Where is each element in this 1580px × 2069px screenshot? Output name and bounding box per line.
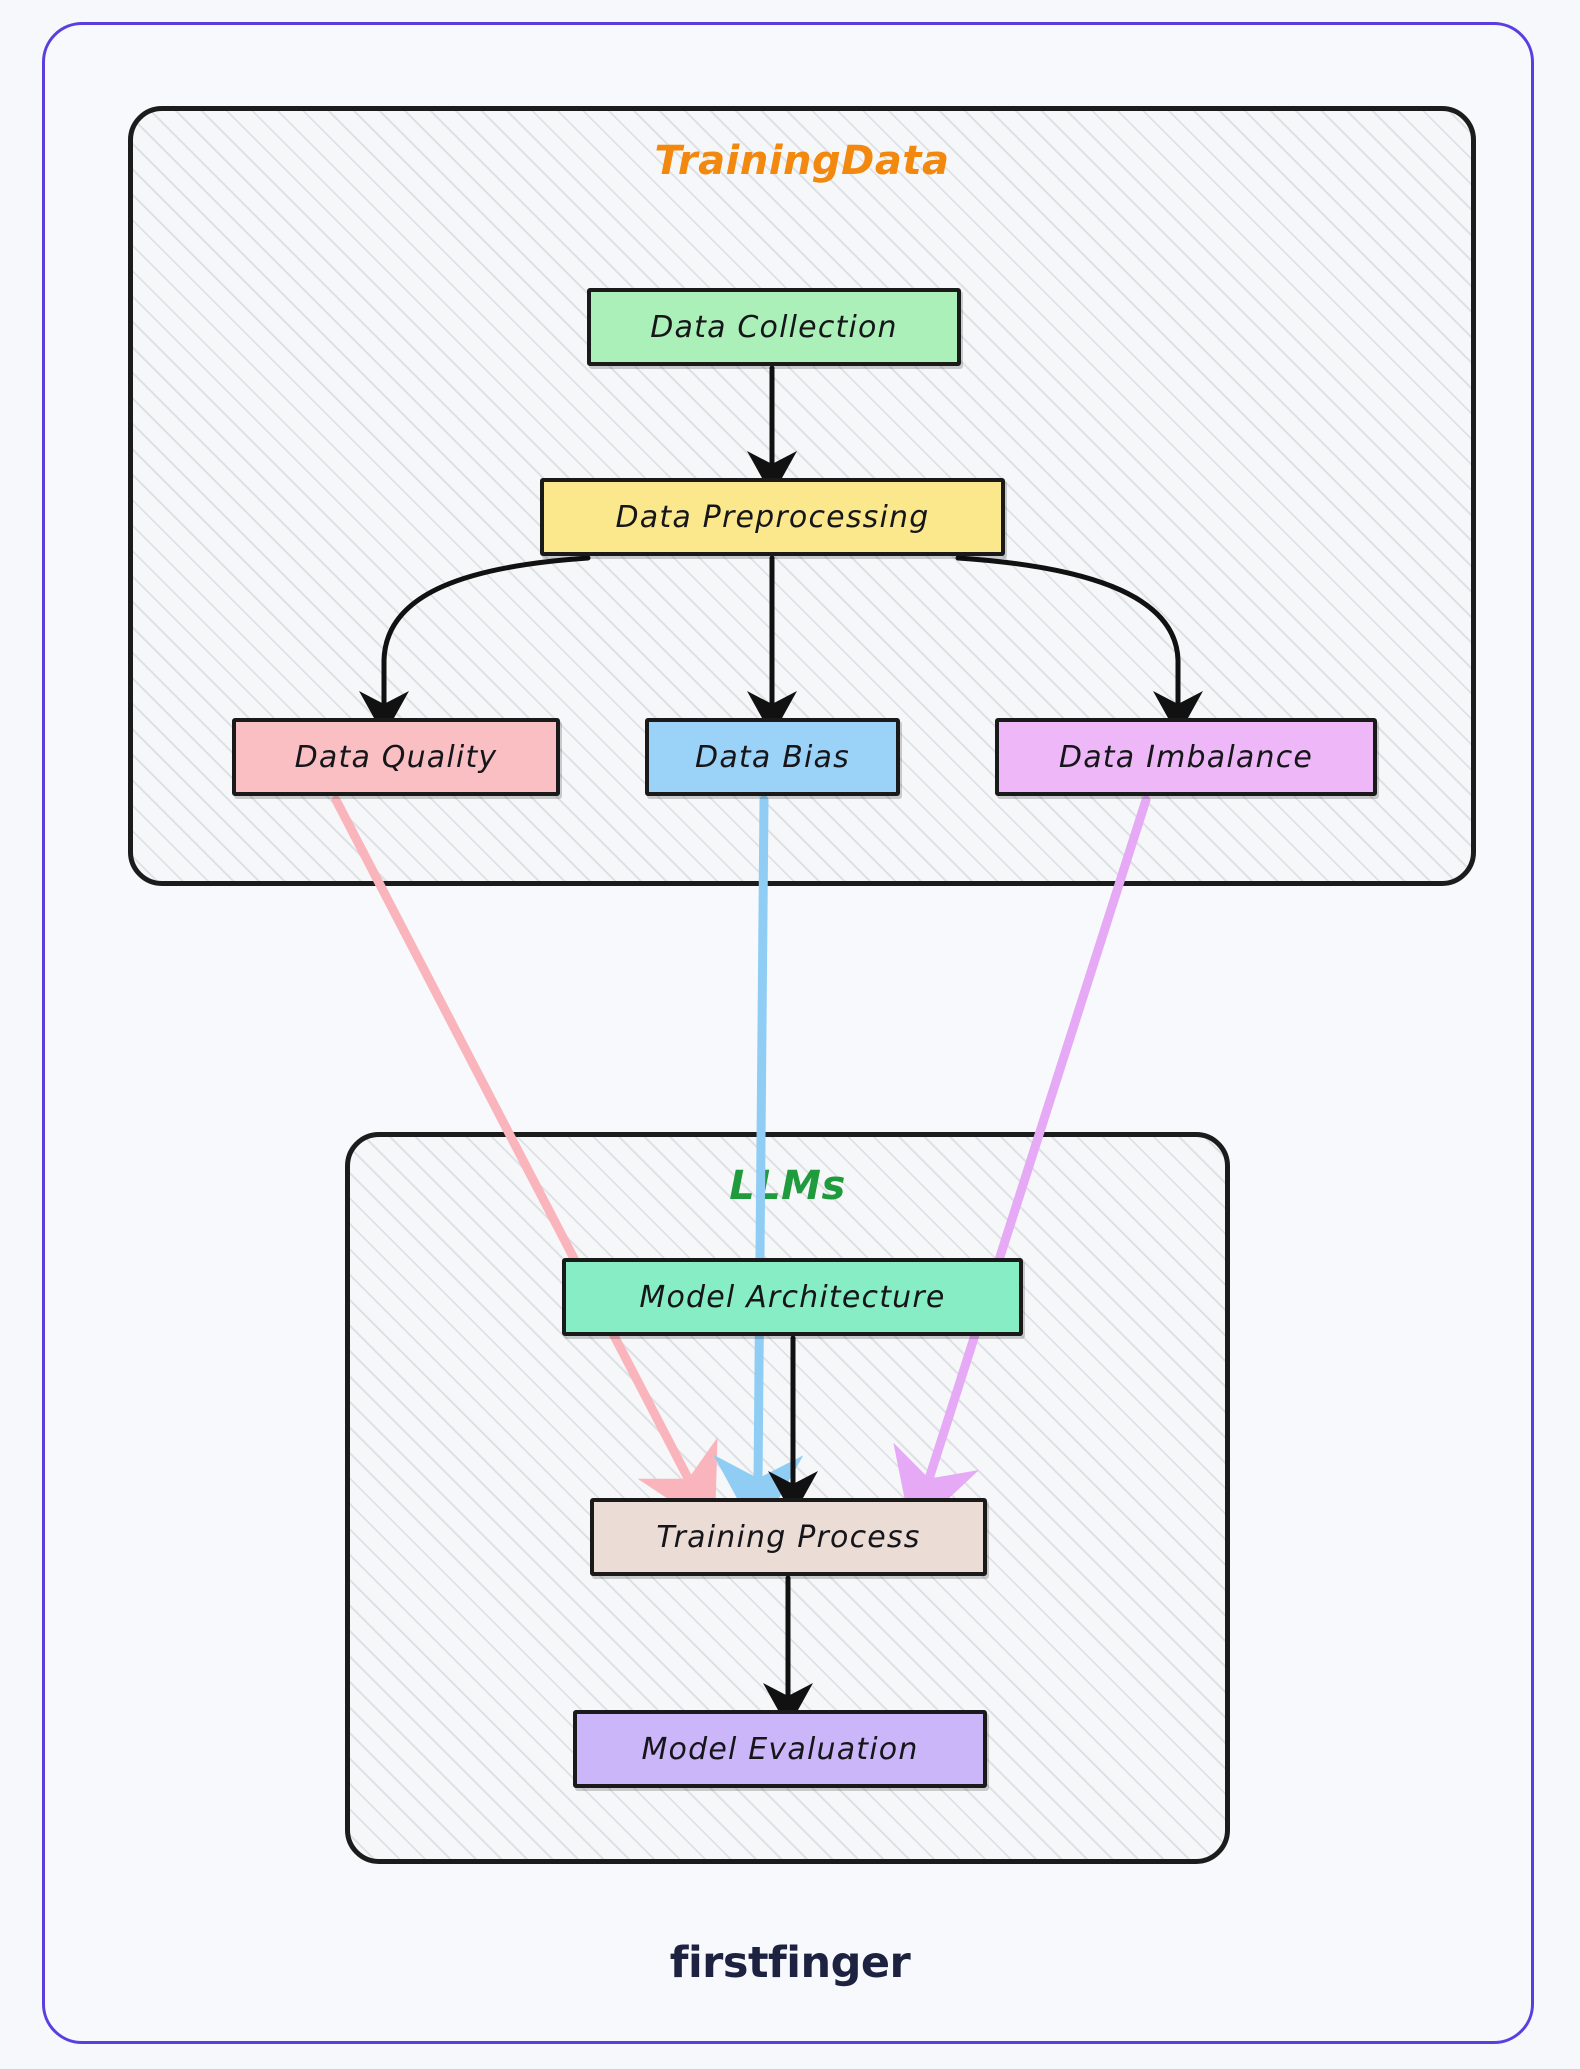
node-label: Data Preprocessing [615,499,930,535]
diagram-canvas: TrainingData LLMs Data Collection Data P… [0,0,1580,2069]
node-label: Training Process [656,1519,921,1555]
node-label: Data Quality [294,739,498,775]
node-training-process[interactable]: Training Process [590,1498,987,1576]
node-data-collection[interactable]: Data Collection [587,288,961,366]
subgraph-title-training-data: TrainingData [654,138,950,184]
subgraph-title-llms: LLMs [729,1163,846,1209]
node-data-bias[interactable]: Data Bias [645,718,900,796]
footer-brand: firstfinger [669,1938,911,1988]
node-data-quality[interactable]: Data Quality [232,718,560,796]
node-model-architecture[interactable]: Model Architecture [562,1258,1023,1336]
node-label: Data Collection [650,309,898,345]
node-data-imbalance[interactable]: Data Imbalance [995,718,1377,796]
node-label: Data Bias [695,739,850,775]
node-model-evaluation[interactable]: Model Evaluation [573,1710,987,1788]
node-label: Model Architecture [639,1279,946,1315]
node-label: Model Evaluation [641,1731,919,1767]
node-data-preprocessing[interactable]: Data Preprocessing [540,478,1005,556]
node-label: Data Imbalance [1058,739,1314,775]
